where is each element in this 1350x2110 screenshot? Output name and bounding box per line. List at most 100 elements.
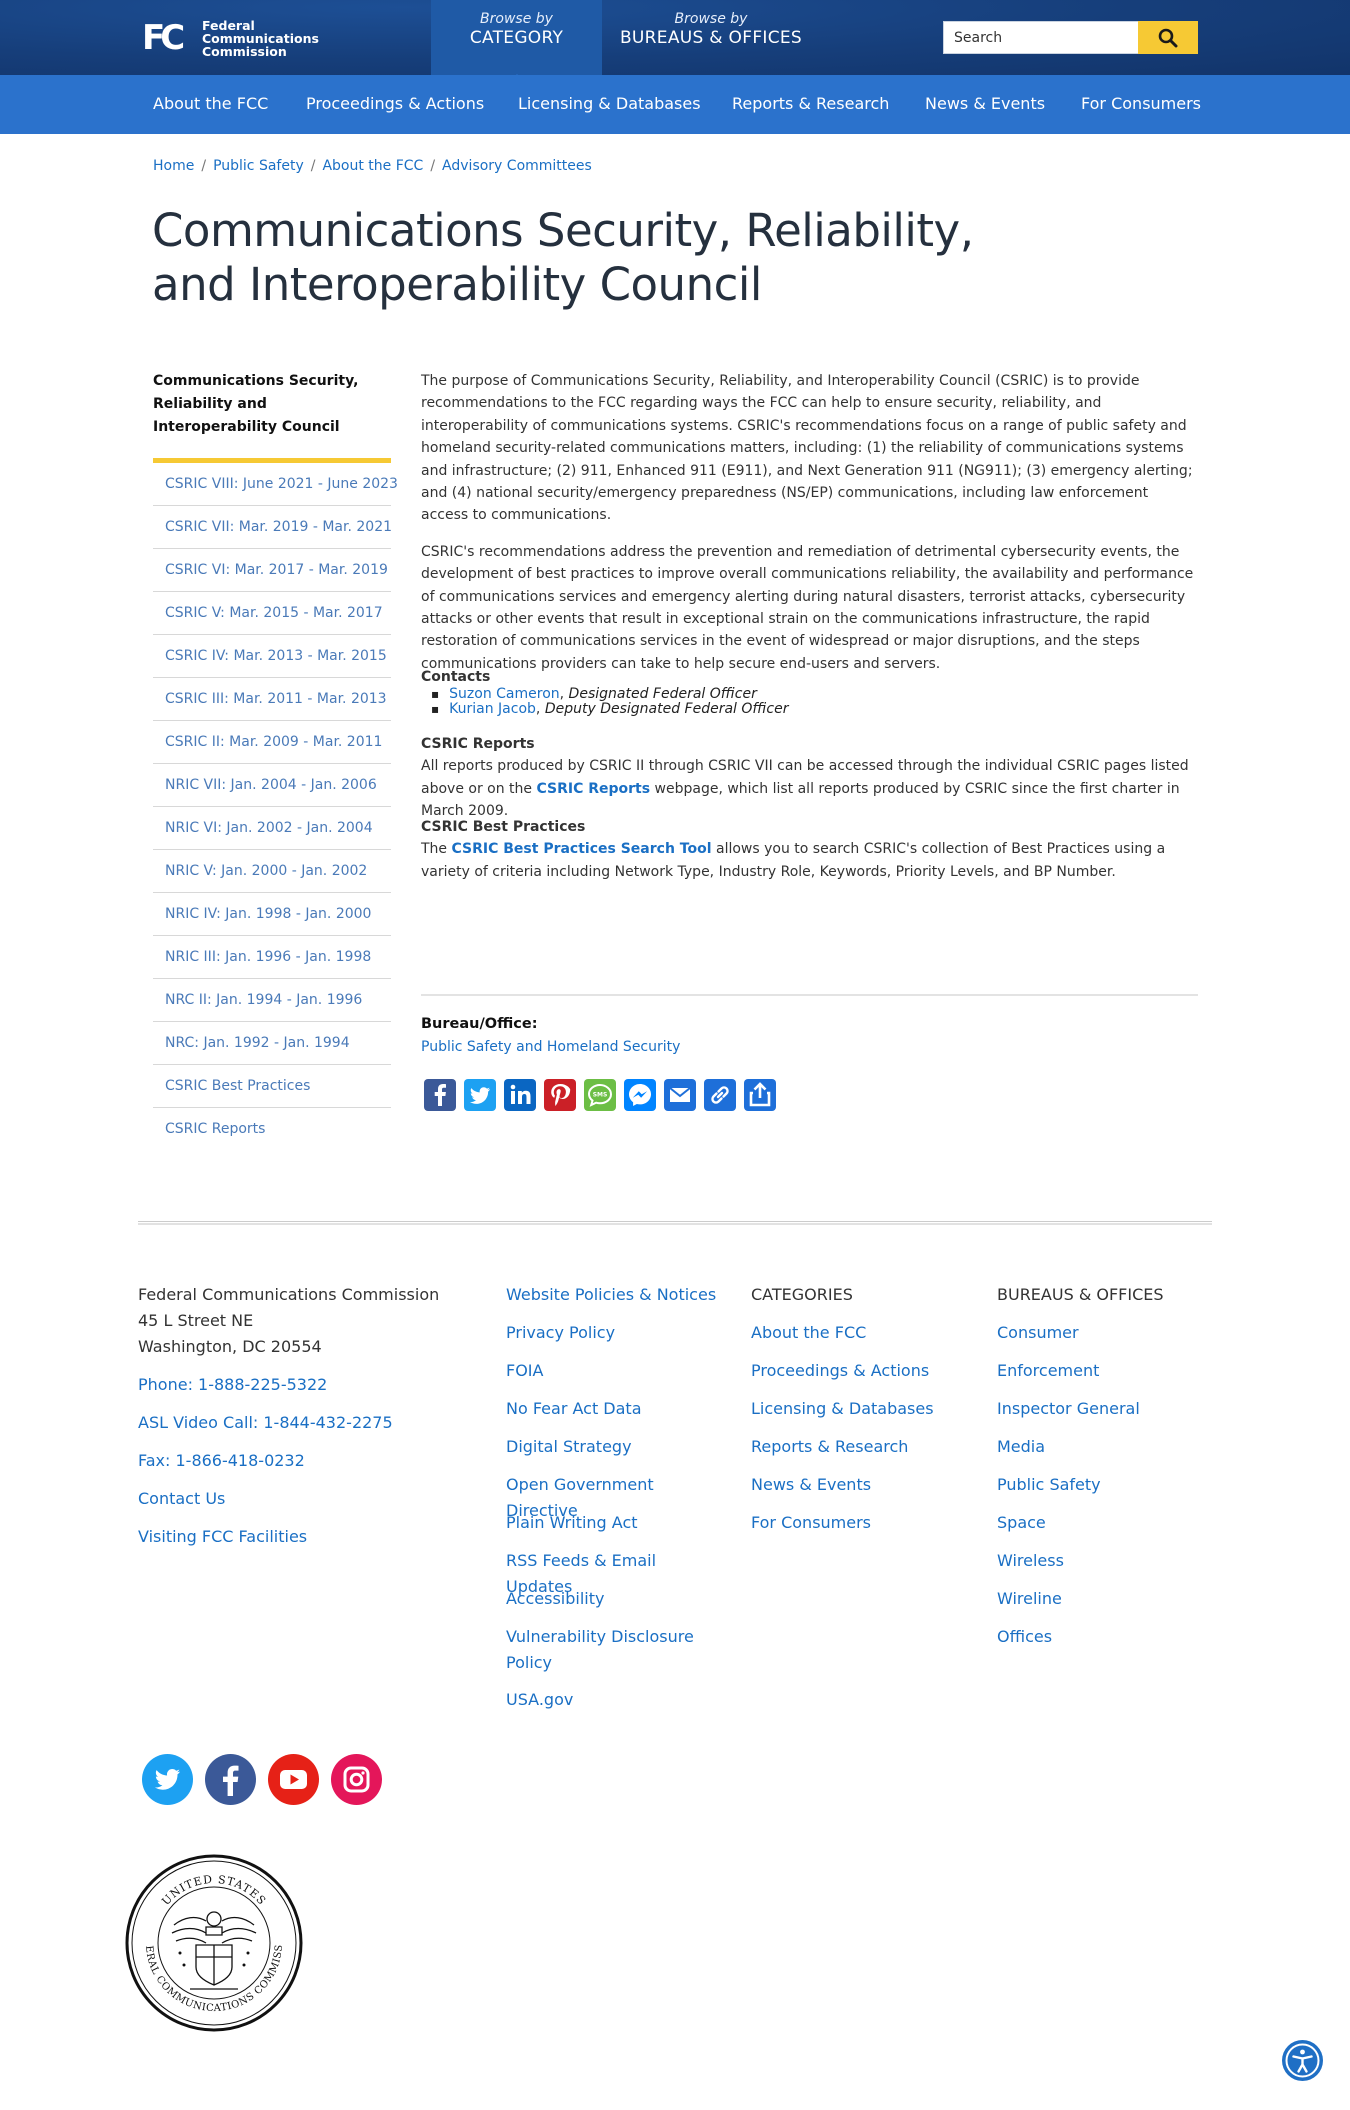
contact-item: Kurian Jacob, Deputy Designated Federal … <box>431 702 1198 717</box>
facebook-icon[interactable] <box>424 1079 456 1111</box>
breadcrumb-home[interactable]: Home <box>153 158 194 174</box>
sidebar-item[interactable]: CSRIC V: Mar. 2015 - Mar. 2017 <box>153 592 391 635</box>
nav-about-fcc[interactable]: About the FCC <box>153 94 268 113</box>
contact-link[interactable]: Kurian Jacob <box>449 701 536 717</box>
footer-link[interactable]: Plain Writing Act <box>506 1510 726 1548</box>
footer-phone-link[interactable]: Phone: 1-888-225-5322 <box>138 1375 327 1394</box>
sidebar-item[interactable]: CSRIC IV: Mar. 2013 - Mar. 2015 <box>153 635 391 678</box>
footer-link[interactable]: Wireless <box>997 1548 1212 1586</box>
share-icon[interactable] <box>744 1079 776 1111</box>
accessibility-button[interactable] <box>1282 2040 1323 2081</box>
browse-by-bureaus[interactable]: Browse by BUREAUS & OFFICES <box>602 0 820 75</box>
fcc-logo-mark: FC <box>142 18 185 58</box>
sidebar-item[interactable]: CSRIC Best Practices <box>153 1065 391 1108</box>
footer-link[interactable]: Proceedings & Actions <box>751 1358 971 1396</box>
copy-link-icon[interactable] <box>704 1079 736 1111</box>
footer-link[interactable]: News & Events <box>751 1472 971 1510</box>
best-practices-search-link[interactable]: CSRIC Best Practices Search Tool <box>452 841 712 857</box>
footer-link[interactable]: RSS Feeds & Email Updates <box>506 1548 726 1596</box>
reports-text: All reports produced by CSRIC II through… <box>421 758 1189 820</box>
youtube-icon[interactable] <box>268 1754 319 1805</box>
footer-link[interactable]: USA.gov <box>506 1687 726 1725</box>
footer-link[interactable]: Public Safety <box>997 1472 1212 1510</box>
sidebar-item[interactable]: NRIC IV: Jan. 1998 - Jan. 2000 <box>153 893 391 936</box>
main-nav: About the FCC Proceedings & Actions Lice… <box>0 75 1350 134</box>
search-button[interactable] <box>1138 21 1198 54</box>
breadcrumb-public-safety[interactable]: Public Safety <box>213 158 304 174</box>
footer-link[interactable]: Offices <box>997 1624 1212 1662</box>
twitter-icon[interactable] <box>464 1079 496 1111</box>
browse-by-category[interactable]: Browse by CATEGORY <box>431 0 602 87</box>
contact-item: Suzon Cameron, Designated Federal Office… <box>431 687 1198 702</box>
nav-news-events[interactable]: News & Events <box>925 94 1045 113</box>
csric-reports-link[interactable]: CSRIC Reports <box>536 781 650 797</box>
footer-link[interactable]: Digital Strategy <box>506 1434 726 1472</box>
footer-policies: Website Policies & Notices Privacy Polic… <box>506 1282 726 1725</box>
footer-link[interactable]: For Consumers <box>751 1510 971 1548</box>
sidebar-item[interactable]: CSRIC II: Mar. 2009 - Mar. 2011 <box>153 721 391 764</box>
sidebar-item[interactable]: CSRIC Reports <box>153 1108 391 1151</box>
footer-link[interactable]: Inspector General <box>997 1396 1212 1434</box>
footer-fax-link[interactable]: Fax: 1-866-418-0232 <box>138 1451 305 1470</box>
sidebar-item[interactable]: NRIC V: Jan. 2000 - Jan. 2002 <box>153 850 391 893</box>
footer-link[interactable]: Space <box>997 1510 1212 1548</box>
pinterest-icon[interactable] <box>544 1079 576 1111</box>
contact-link[interactable]: Suzon Cameron <box>449 686 560 702</box>
fcc-seal: UNITED STATES FEDERAL COMMUNICATIONS COM… <box>124 1853 303 2032</box>
footer-visiting-link[interactable]: Visiting FCC Facilities <box>138 1527 307 1546</box>
footer-link[interactable]: Enforcement <box>997 1358 1212 1396</box>
footer-link[interactable]: Vulnerability Disclosure Policy <box>506 1624 706 1687</box>
footer-link[interactable]: About the FCC <box>751 1320 971 1358</box>
nav-for-consumers[interactable]: For Consumers <box>1081 94 1201 113</box>
page-title: Communications Security, Reliability, an… <box>152 204 974 311</box>
twitter-icon[interactable] <box>142 1754 193 1805</box>
footer-categories-heading: CATEGORIES <box>751 1285 853 1304</box>
facebook-icon[interactable] <box>205 1754 256 1805</box>
footer-link[interactable]: Website Policies & Notices <box>506 1282 726 1320</box>
footer-link[interactable]: Reports & Research <box>751 1434 971 1472</box>
sidebar-item[interactable]: CSRIC VII: Mar. 2019 - Mar. 2021 <box>153 506 392 549</box>
footer-divider <box>138 1221 1212 1225</box>
search-input[interactable]: Search <box>943 21 1139 54</box>
footer-link[interactable]: Accessibility <box>506 1586 726 1624</box>
footer-bureaus-heading: BUREAUS & OFFICES <box>997 1285 1164 1304</box>
footer-categories: CATEGORIES About the FCC Proceedings & A… <box>751 1282 971 1548</box>
accessibility-icon <box>1285 2043 1320 2078</box>
footer-address: Federal Communications Commission 45 L S… <box>138 1285 440 1546</box>
sms-icon[interactable]: SMS <box>584 1079 616 1111</box>
footer-link[interactable]: FOIA <box>506 1358 726 1396</box>
footer-link[interactable]: Media <box>997 1434 1212 1472</box>
sidebar-item[interactable]: CSRIC VI: Mar. 2017 - Mar. 2019 <box>153 549 391 592</box>
nav-proceedings-actions[interactable]: Proceedings & Actions <box>306 94 484 113</box>
sidebar-item[interactable]: NRIC VII: Jan. 2004 - Jan. 2006 <box>153 764 391 807</box>
footer-asl-link[interactable]: ASL Video Call: 1-844-432-2275 <box>138 1413 393 1432</box>
sidebar-item[interactable]: NRIC VI: Jan. 2002 - Jan. 2004 <box>153 807 391 850</box>
reports-heading: CSRIC Reports <box>421 736 535 752</box>
fcc-logo-text: Federal Communications Commission <box>202 18 319 59</box>
sidebar-item[interactable]: NRC: Jan. 1992 - Jan. 1994 <box>153 1022 391 1065</box>
nav-licensing-databases[interactable]: Licensing & Databases <box>518 94 701 113</box>
bureau-link[interactable]: Public Safety and Homeland Security <box>421 1039 680 1055</box>
site-header: FC Federal Communications Commission Bro… <box>0 0 1350 87</box>
breadcrumb-about-fcc[interactable]: About the FCC <box>322 158 423 174</box>
footer-link[interactable]: No Fear Act Data <box>506 1396 726 1434</box>
sidebar-heading: Communications Security, Reliability and… <box>153 373 359 435</box>
instagram-icon[interactable] <box>331 1754 382 1805</box>
breadcrumb-advisory-committees[interactable]: Advisory Committees <box>442 158 592 174</box>
sidebar-item[interactable]: NRIC III: Jan. 1996 - Jan. 1998 <box>153 936 391 979</box>
email-icon[interactable] <box>664 1079 696 1111</box>
messenger-icon[interactable] <box>624 1079 656 1111</box>
footer-link[interactable]: Wireline <box>997 1586 1212 1624</box>
linkedin-icon[interactable] <box>504 1079 536 1111</box>
footer-link[interactable]: Open Government Directive <box>506 1472 726 1520</box>
footer-contact-link[interactable]: Contact Us <box>138 1489 225 1508</box>
footer-link[interactable]: Privacy Policy <box>506 1320 726 1358</box>
nav-reports-research[interactable]: Reports & Research <box>732 94 889 113</box>
sidebar-item[interactable]: CSRIC III: Mar. 2011 - Mar. 2013 <box>153 678 391 721</box>
search-icon <box>1158 28 1178 48</box>
sidebar-item[interactable]: NRC II: Jan. 1994 - Jan. 1996 <box>153 979 391 1022</box>
footer-link[interactable]: Licensing & Databases <box>751 1396 971 1434</box>
footer-link[interactable]: Consumer <box>997 1320 1212 1358</box>
sidebar-item[interactable]: CSRIC VIII: June 2021 - June 2023 <box>153 463 398 506</box>
fcc-logo[interactable]: FC Federal Communications Commission <box>142 18 342 58</box>
